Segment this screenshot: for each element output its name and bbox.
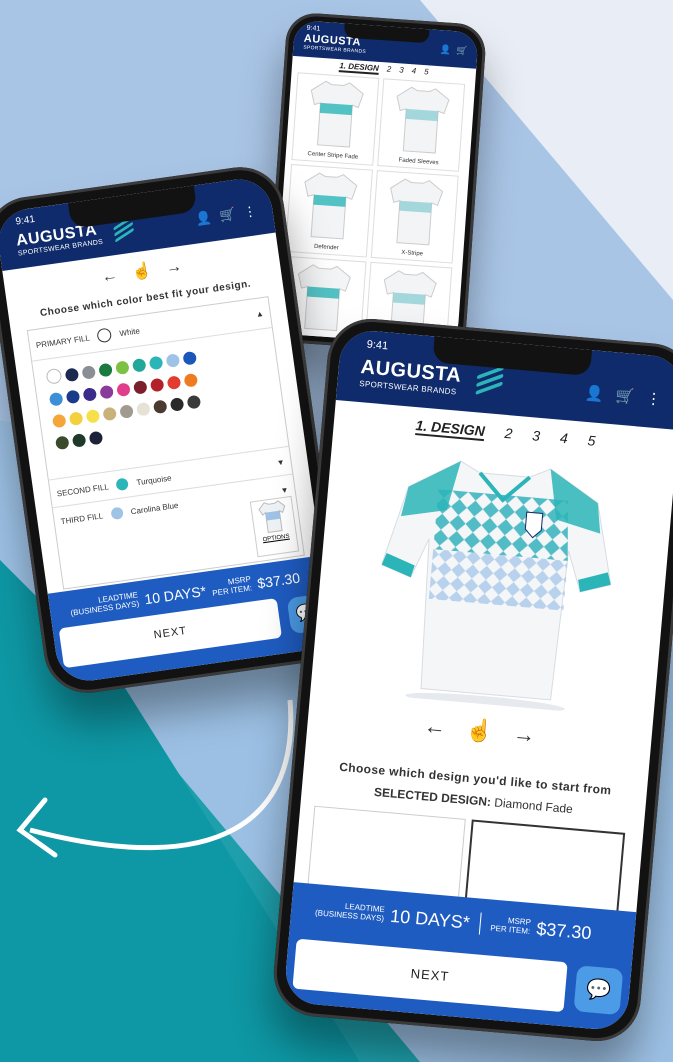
color-swatch[interactable]: [45, 367, 63, 385]
second-fill-label: SECOND FILL: [56, 481, 110, 498]
chevron-down-icon[interactable]: ▼: [276, 457, 285, 467]
design-tile[interactable]: Defender: [284, 164, 373, 258]
design-tile[interactable]: Center Stripe Fade: [291, 72, 380, 166]
color-swatch[interactable]: [102, 406, 118, 422]
color-swatch[interactable]: [48, 391, 64, 407]
cart-icon[interactable]: 🛒: [456, 45, 468, 57]
rotate-hand-icon[interactable]: ☝: [465, 717, 494, 744]
color-swatch[interactable]: [81, 365, 97, 380]
menu-icon[interactable]: ⋮: [645, 389, 662, 408]
design-tile[interactable]: Faded Sleeves: [377, 78, 466, 172]
color-swatch[interactable]: [54, 435, 70, 451]
status-time: 9:41: [366, 338, 389, 353]
tab-3[interactable]: 3: [399, 65, 404, 76]
color-swatch[interactable]: [65, 389, 81, 405]
rotate-right-icon[interactable]: →: [165, 258, 183, 277]
color-panel: PRIMARY FILL White ▲ SECOND FILL Turquoi…: [26, 296, 305, 590]
tab-5[interactable]: 5: [587, 432, 596, 451]
tab-3[interactable]: 3: [531, 427, 541, 446]
color-swatch[interactable]: [131, 357, 147, 373]
price-value: $37.30: [535, 918, 593, 943]
rotate-controls: ← ☝ →: [307, 703, 652, 759]
color-swatch[interactable]: [115, 360, 130, 376]
selected-design-label: SELECTED DESIGN:: [373, 784, 492, 810]
account-icon[interactable]: 👤: [440, 44, 452, 56]
rotate-left-icon[interactable]: ←: [101, 267, 119, 286]
tab-design[interactable]: 1. DESIGN: [338, 61, 380, 75]
tab-2[interactable]: 2: [386, 64, 392, 75]
rotate-hand-icon[interactable]: ☝: [131, 262, 153, 282]
color-swatch[interactable]: [68, 411, 84, 426]
color-swatch[interactable]: [98, 362, 113, 378]
brand-stripes-icon: [475, 365, 506, 398]
third-color-dot: [110, 506, 124, 521]
color-swatch[interactable]: [182, 350, 198, 366]
color-swatch[interactable]: [51, 413, 67, 429]
color-swatch[interactable]: [119, 404, 134, 419]
second-fill-value: Turquoise: [135, 472, 173, 487]
phone-design-grid: 9:41 AUGUSTA SPORTSWEAR BRANDS 👤 🛒 1. DES…: [264, 11, 488, 355]
color-swatch[interactable]: [132, 380, 148, 395]
second-color-dot: [115, 477, 130, 492]
cart-icon[interactable]: 🛒: [218, 206, 236, 224]
leadtime-value: 10 DAYS*: [389, 905, 471, 933]
brand-logo: AUGUSTA SPORTSWEAR BRANDS: [15, 221, 104, 258]
third-fill-value: Carolina Blue: [130, 500, 179, 516]
leadtime-value: 10 DAYS*: [143, 582, 208, 608]
color-swatch[interactable]: [166, 375, 182, 390]
options-thumbnail[interactable]: OPTIONS: [249, 495, 300, 558]
design-tile[interactable]: X-Stripe: [370, 170, 459, 264]
account-icon[interactable]: 👤: [195, 209, 213, 227]
selected-design-value: Diamond Fade: [493, 795, 574, 817]
jersey-preview: [381, 460, 612, 712]
third-fill-label: THIRD FILL: [60, 510, 104, 526]
tab-4[interactable]: 4: [559, 430, 568, 449]
color-swatch[interactable]: [152, 399, 168, 415]
primary-fill-value: White: [118, 325, 141, 338]
color-swatch[interactable]: [136, 401, 151, 417]
jersey-thumbnail-icon: [258, 500, 286, 534]
color-swatch[interactable]: [85, 408, 101, 424]
account-icon[interactable]: 👤: [584, 384, 604, 404]
tab-design[interactable]: 1. DESIGN: [414, 417, 486, 442]
chat-icon[interactable]: 💬: [573, 965, 624, 1016]
color-swatch[interactable]: [116, 382, 131, 398]
color-swatch[interactable]: [169, 397, 185, 412]
color-swatch[interactable]: [165, 353, 181, 368]
status-time: 9:41: [306, 24, 321, 33]
next-button[interactable]: NEXT: [292, 938, 568, 1013]
color-swatch[interactable]: [183, 372, 199, 388]
tab-2[interactable]: 2: [504, 425, 513, 444]
menu-icon[interactable]: ⋮: [242, 203, 257, 221]
color-swatch[interactable]: [71, 433, 87, 448]
status-time: 9:41: [14, 213, 36, 228]
color-swatch[interactable]: [82, 387, 98, 402]
tab-4[interactable]: 4: [411, 66, 416, 77]
chevron-down-icon[interactable]: ▼: [280, 485, 289, 495]
cart-icon[interactable]: 🛒: [615, 386, 635, 406]
color-swatch[interactable]: [99, 384, 115, 400]
chevron-up-icon[interactable]: ▲: [255, 309, 264, 319]
color-swatch[interactable]: [148, 355, 164, 371]
primary-fill-label: PRIMARY FILL: [35, 332, 91, 350]
color-swatch[interactable]: [64, 367, 80, 383]
rotate-left-icon[interactable]: ←: [423, 713, 447, 740]
tab-5[interactable]: 5: [424, 67, 429, 78]
rotate-right-icon[interactable]: →: [512, 721, 536, 748]
primary-color-dot: [96, 327, 113, 344]
color-swatch[interactable]: [149, 377, 165, 393]
color-swatch[interactable]: [186, 394, 202, 410]
color-swatch[interactable]: [88, 430, 104, 446]
phone-design-main: 9:41 AUGUSTA SPORTSWEAR BRANDS 👤 🛒 ⋮ 1. D…: [270, 315, 673, 1045]
price-value: $37.30: [256, 569, 301, 592]
